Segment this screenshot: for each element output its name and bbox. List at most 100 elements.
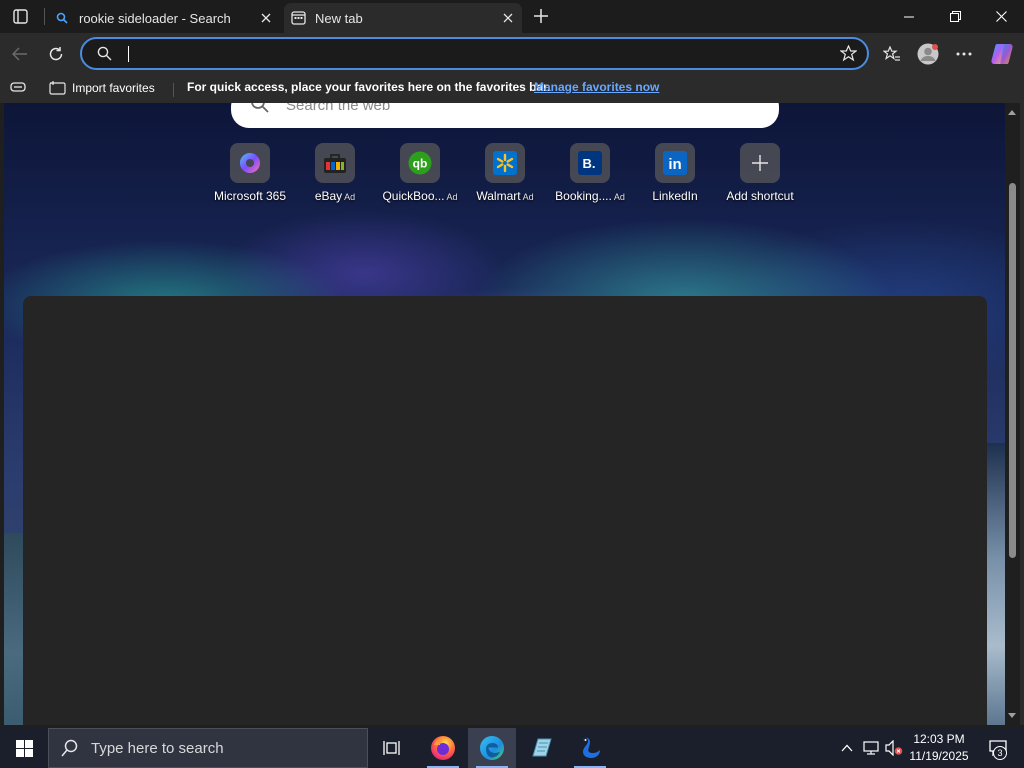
favorites-bar-toggle-icon	[10, 82, 26, 92]
shortcut-label: eBay	[314, 189, 343, 203]
close-tab-icon[interactable]	[498, 8, 518, 28]
plus-icon	[534, 9, 548, 23]
favorites-star-list-icon	[883, 45, 900, 61]
content-feed-panel	[23, 296, 987, 725]
linkedin-icon: in	[655, 143, 695, 183]
network-icon	[863, 741, 879, 755]
chevron-up-icon	[841, 744, 853, 752]
favorites-bar-message: For quick access, place your favorites h…	[187, 80, 551, 94]
tab-title: rookie sideloader - Search	[79, 10, 231, 26]
volume-muted-icon	[885, 740, 903, 756]
refresh-icon	[49, 47, 63, 61]
show-hidden-icons-button[interactable]	[836, 728, 858, 768]
settings-more-button[interactable]	[949, 39, 979, 69]
start-button[interactable]	[0, 728, 48, 768]
taskbar-notepad[interactable]	[517, 728, 565, 768]
browser-toolbar	[0, 33, 1024, 74]
booking-icon: B.	[570, 143, 610, 183]
back-arrow-icon	[12, 47, 27, 61]
plus-icon	[740, 143, 780, 183]
clock-date: 11/19/2025	[909, 749, 969, 763]
notepad-icon	[532, 738, 552, 757]
shortcut-label: Walmart	[476, 189, 521, 203]
network-status-button[interactable]	[860, 728, 882, 768]
taskbar-search-box[interactable]: Type here to search	[48, 728, 368, 768]
walmart-spark-icon	[485, 143, 525, 183]
add-shortcut-button[interactable]: Add shortcut	[715, 143, 805, 203]
ad-badge: Ad	[613, 192, 625, 202]
taskbar-edge[interactable]	[468, 728, 516, 768]
page-scrollbar[interactable]	[1005, 103, 1020, 725]
minimize-icon	[904, 16, 914, 17]
more-dots-icon	[956, 52, 972, 56]
new-tab-button[interactable]	[529, 5, 553, 27]
shortcut-linkedin[interactable]: in LinkedIn	[630, 143, 720, 203]
background-rock-right	[987, 443, 1005, 725]
microsoft-365-icon	[230, 143, 270, 183]
windows-logo-icon	[15, 739, 33, 757]
shortcut-ebay[interactable]: eBay Ad	[290, 143, 380, 203]
firefox-icon	[431, 736, 455, 760]
window-edge	[1020, 103, 1024, 725]
back-button[interactable]	[5, 39, 35, 69]
scroll-up-arrow-icon[interactable]	[1008, 110, 1016, 115]
minimize-button[interactable]	[886, 0, 932, 33]
close-icon	[995, 11, 1007, 22]
search-icon	[61, 739, 78, 757]
tab-new-tab[interactable]: New tab	[284, 3, 522, 33]
shortcut-quickbooks[interactable]: qb QuickBoo... Ad	[375, 143, 465, 203]
hide-favorites-bar-button[interactable]	[10, 81, 26, 93]
address-bar[interactable]	[80, 37, 869, 70]
restore-button[interactable]	[932, 0, 978, 33]
shortcut-label: QuickBoo...	[382, 189, 445, 203]
import-favorites-label: Import favorites	[72, 80, 155, 95]
copilot-button[interactable]	[987, 39, 1017, 69]
shortcut-microsoft-365[interactable]: Microsoft 365	[205, 143, 295, 203]
scrollbar-thumb[interactable]	[1009, 183, 1016, 558]
ad-badge: Ad	[522, 192, 534, 202]
profile-button[interactable]	[913, 39, 943, 69]
avatar-icon	[917, 43, 939, 65]
scroll-down-arrow-icon[interactable]	[1008, 713, 1016, 718]
refresh-button[interactable]	[41, 39, 71, 69]
favorites-button[interactable]	[877, 39, 907, 69]
ebay-bag-icon	[315, 143, 355, 183]
taskbar-search-placeholder: Type here to search	[91, 739, 224, 757]
taskbar-swan-app[interactable]	[566, 728, 614, 768]
quickbooks-icon: qb	[400, 143, 440, 183]
search-icon	[250, 103, 270, 119]
shortcut-label: Booking....	[555, 189, 612, 203]
search-icon	[54, 10, 70, 26]
restore-icon	[949, 11, 961, 22]
shortcut-label: Microsoft 365	[213, 189, 287, 203]
task-view-icon	[383, 741, 400, 755]
add-favorite-star-icon[interactable]	[839, 44, 858, 67]
svg-text:in: in	[668, 156, 681, 173]
svg-text:B.: B.	[583, 156, 596, 171]
tab-bar: rookie sideloader - Search New tab	[0, 0, 1024, 33]
text-cursor	[128, 46, 129, 62]
task-view-button[interactable]	[368, 728, 416, 768]
close-window-button[interactable]	[978, 0, 1024, 33]
import-icon	[49, 81, 66, 95]
web-search-box[interactable]: Search the web	[231, 103, 779, 128]
ad-badge: Ad	[344, 192, 356, 202]
svg-text:qb: qb	[413, 157, 428, 171]
shortcut-label: LinkedIn	[652, 189, 698, 203]
taskbar-firefox[interactable]	[419, 728, 467, 768]
import-favorites-button[interactable]: Import favorites	[49, 80, 155, 95]
shortcut-label: Add shortcut	[726, 189, 794, 203]
manage-favorites-link[interactable]: Manage favorites now	[534, 80, 659, 94]
volume-button[interactable]	[883, 728, 905, 768]
ad-badge: Ad	[446, 192, 458, 202]
taskbar: Type here to search 12:03 PM 11/19/2025 …	[0, 728, 1024, 768]
tab-search[interactable]: rookie sideloader - Search	[50, 3, 280, 33]
system-clock[interactable]: 12:03 PM 11/19/2025	[906, 731, 972, 765]
tab-actions-button[interactable]	[6, 4, 34, 29]
shortcut-booking[interactable]: B. Booking.... Ad	[545, 143, 635, 203]
tab-title: New tab	[315, 10, 363, 26]
close-tab-icon[interactable]	[256, 8, 276, 28]
copilot-icon	[991, 44, 1013, 64]
tab-actions-icon	[12, 9, 28, 24]
shortcut-walmart[interactable]: Walmart Ad	[460, 143, 550, 203]
